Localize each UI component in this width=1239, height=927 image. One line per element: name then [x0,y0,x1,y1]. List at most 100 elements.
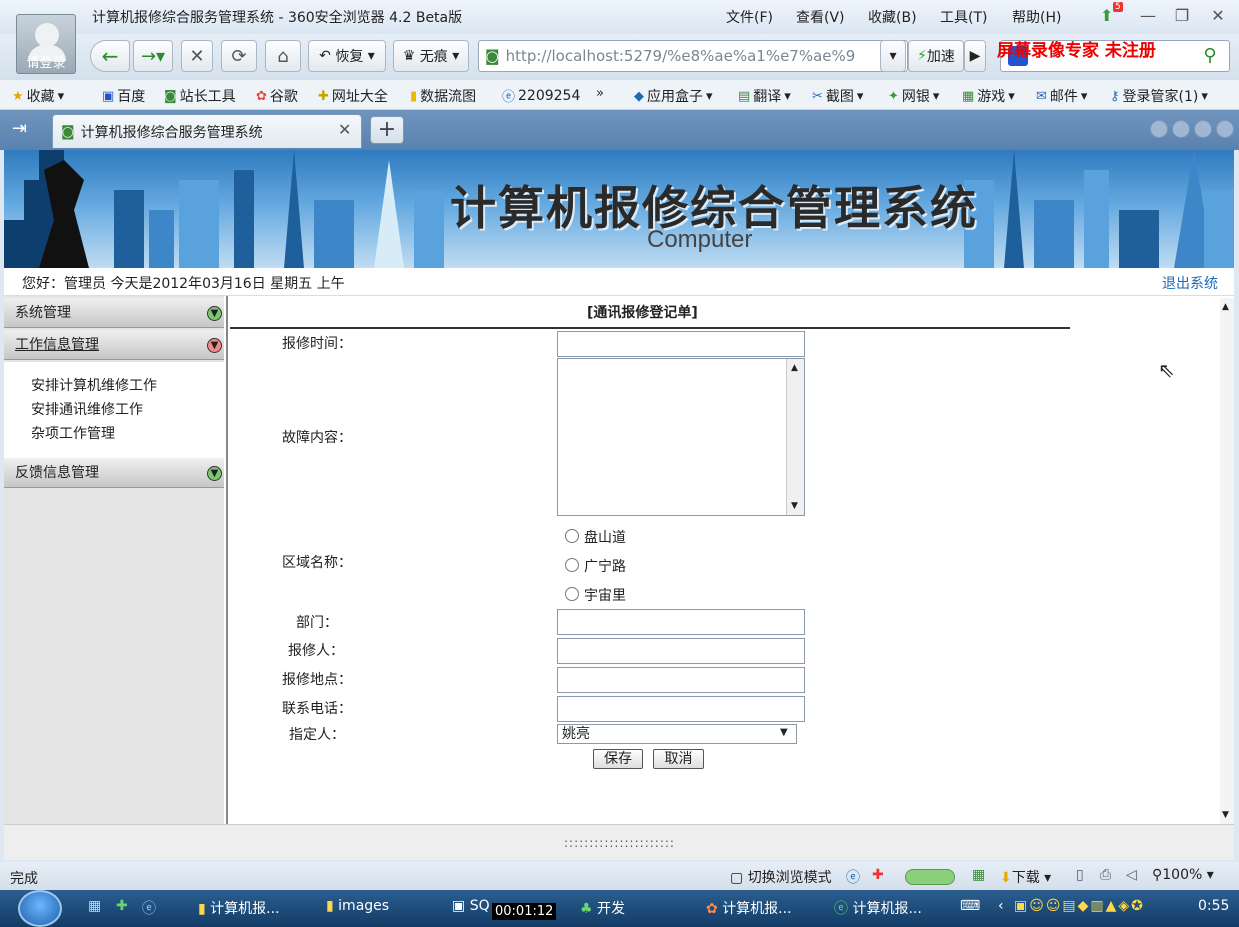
bookmark-dataflow[interactable]: ▮ 数据流图 [410,86,476,106]
taskbar-item[interactable]: ✿ 计算机报... [706,898,792,918]
ie-mode-icon[interactable]: ⓔ [846,867,860,887]
speed-toggle[interactable] [905,869,955,885]
sidebar-section-system[interactable]: 系统管理 ▼ [4,298,224,328]
user-avatar[interactable]: 请登录 [16,14,76,74]
clipboard-icon[interactable]: ▯ [1076,867,1084,883]
page-scrollbar[interactable]: ▲ ▼ [1220,298,1234,824]
reporter-input[interactable] [557,638,805,664]
restore-button[interactable]: ↶ 恢复 ▾ [308,40,386,72]
area-radio-yuzhouli[interactable] [565,587,579,601]
download-button[interactable]: ⬇下载 ▾ [1000,867,1051,887]
sidebar-item-misc-work[interactable]: 杂项工作管理 [31,423,115,443]
taskbar-item[interactable]: ▮ images [326,898,389,914]
sidebar-section-feedback[interactable]: 反馈信息管理 ▼ [4,458,224,488]
tab-scroll-left-icon[interactable] [1150,120,1168,138]
login-manager-button[interactable]: ⚷ 登录管家(1) ▾ [1110,86,1208,106]
speedup-button[interactable]: ⚡ 加速 [908,40,964,72]
tab-scroll-right-icon[interactable] [1172,120,1190,138]
area-radio-panshandao[interactable] [565,529,579,543]
taskbar-item[interactable]: ▮ 计算机报... [198,898,280,918]
go-button[interactable]: ▶ [964,40,986,72]
scroll-up-icon[interactable]: ▲ [791,363,798,373]
frame-resize-handle[interactable]: :::::::::::::::::::::: [564,836,675,850]
close-window-icon[interactable]: ✕ [1208,6,1228,25]
frame-divider[interactable] [226,296,228,824]
sidebar-item-computer-repair[interactable]: 安排计算机维修工作 [31,375,157,395]
print-icon[interactable]: ⎙ [1100,867,1111,883]
stop-button[interactable]: ✕ [181,40,213,72]
refresh-button[interactable]: ⟳ [221,40,257,72]
translate-button[interactable]: ▤ 翻译 ▾ [738,86,791,106]
security-icon[interactable]: ✚ [872,867,884,883]
forward-button[interactable]: →▾ [133,40,173,72]
menu-view[interactable]: 查看(V) [796,7,845,27]
scroll-down-icon[interactable]: ▼ [1222,810,1229,820]
tab-active[interactable]: ◙ 计算机报修综合服务管理系统 [52,114,362,148]
maximize-icon[interactable]: ❐ [1172,6,1192,25]
taskbar-item[interactable]: ♣ 开发 [580,898,625,918]
phone-input[interactable] [557,696,805,722]
sidebar-toggle-icon[interactable]: ⇥ [12,118,27,139]
mail-button[interactable]: ✉ 邮件 ▾ [1036,86,1087,106]
taskbar-item[interactable]: ▣ SQ [452,898,490,914]
app-box-button[interactable]: ◆ 应用盒子 ▾ [634,86,713,106]
menu-help[interactable]: 帮助(H) [1012,7,1061,27]
zoom-control[interactable]: ⚲100% ▾ [1152,867,1214,883]
menu-file[interactable]: 文件(F) [726,7,773,27]
tray-icons[interactable]: ▣☺☺▤◆▥▲◈✪ [1014,898,1145,914]
bookmarks-overflow[interactable]: » [596,86,604,101]
menu-tools[interactable]: 工具(T) [940,7,987,27]
update-icon[interactable]: ⬆ [1100,6,1113,25]
sidebar-item-comm-repair[interactable]: 安排通讯维修工作 [31,399,143,419]
scroll-down-icon[interactable]: ▼ [791,501,798,511]
tab-close-all-icon[interactable] [1216,120,1234,138]
sidebar-section-work-info[interactable]: 工作信息管理 ▼ [4,330,224,360]
form-title: [通讯报修登记单] [587,305,698,321]
fault-textarea[interactable] [557,358,805,516]
keyboard-icon[interactable]: ⌨ [960,898,980,914]
location-input[interactable] [557,667,805,693]
tab-list-icon[interactable] [1194,120,1212,138]
cancel-button[interactable]: 取消 [653,749,704,769]
address-bar[interactable]: ◙ http://localhost:5279/%e8%ae%a1%e7%ae%… [478,40,908,72]
undo-icon: ↶ [319,48,331,64]
assignee-select[interactable]: 姚亮 [557,724,797,744]
url-dropdown-button[interactable]: ▾ [880,40,906,72]
ebank-button[interactable]: ✦ 网银 ▾ [888,86,939,106]
menu-favorites[interactable]: 收藏(B) [868,7,917,27]
minimize-icon[interactable]: — [1138,6,1158,25]
bookmark-google[interactable]: ✿ 谷歌 [256,86,298,106]
bookmark-webmaster-tools[interactable]: ◙ 站长工具 [164,86,236,106]
area-radio-guangninglu[interactable] [565,558,579,572]
home-button[interactable]: ⌂ [265,40,301,72]
key-icon: ⚷ [1110,88,1120,104]
show-desktop-icon[interactable]: ▦ [88,898,101,914]
bookmark-favorites[interactable]: ★ 收藏 ▾ [12,86,64,106]
private-mode-button[interactable]: ♛ 无痕 ▾ [393,40,469,72]
chevron-down-icon[interactable]: ▼ [780,727,788,738]
bookmark-baidu[interactable]: ▣ 百度 [102,86,145,106]
textarea-scrollbar[interactable]: ▲ ▼ [786,359,804,515]
browser-quicklaunch-icon[interactable]: ✚ [116,898,128,914]
save-button[interactable]: 保存 [593,749,643,769]
back-arrow-icon: ← [101,44,119,68]
back-button[interactable]: ← [90,40,130,72]
scroll-up-icon[interactable]: ▲ [1222,302,1229,312]
ie-quicklaunch-icon[interactable]: ⓔ [142,898,156,918]
screenshot-button[interactable]: ✂ 截图 ▾ [812,86,863,106]
logout-link[interactable]: 退出系统 [1162,273,1218,293]
department-input[interactable] [557,609,805,635]
volume-icon[interactable]: ◁ [1126,867,1137,883]
bookmark-directory[interactable]: ✚ 网址大全 [318,86,388,106]
calendar-icon[interactable]: ▦ [972,867,985,883]
new-tab-button[interactable]: + [370,116,404,144]
taskbar-item[interactable]: ⓔ 计算机报... [834,898,922,918]
switch-mode-button[interactable]: ▢ 切换浏览模式 [730,867,832,887]
tab-close-icon[interactable]: ✕ [338,120,351,139]
tray-expand-icon[interactable]: ‹ [998,898,1004,914]
repair-time-input[interactable] [557,331,805,357]
start-button[interactable] [18,890,62,927]
games-button[interactable]: ▦ 游戏 ▾ [962,86,1015,106]
search-button[interactable]: ⚲ [1194,42,1226,70]
bookmark-qq[interactable]: ⓔ 2209254 [502,86,580,106]
